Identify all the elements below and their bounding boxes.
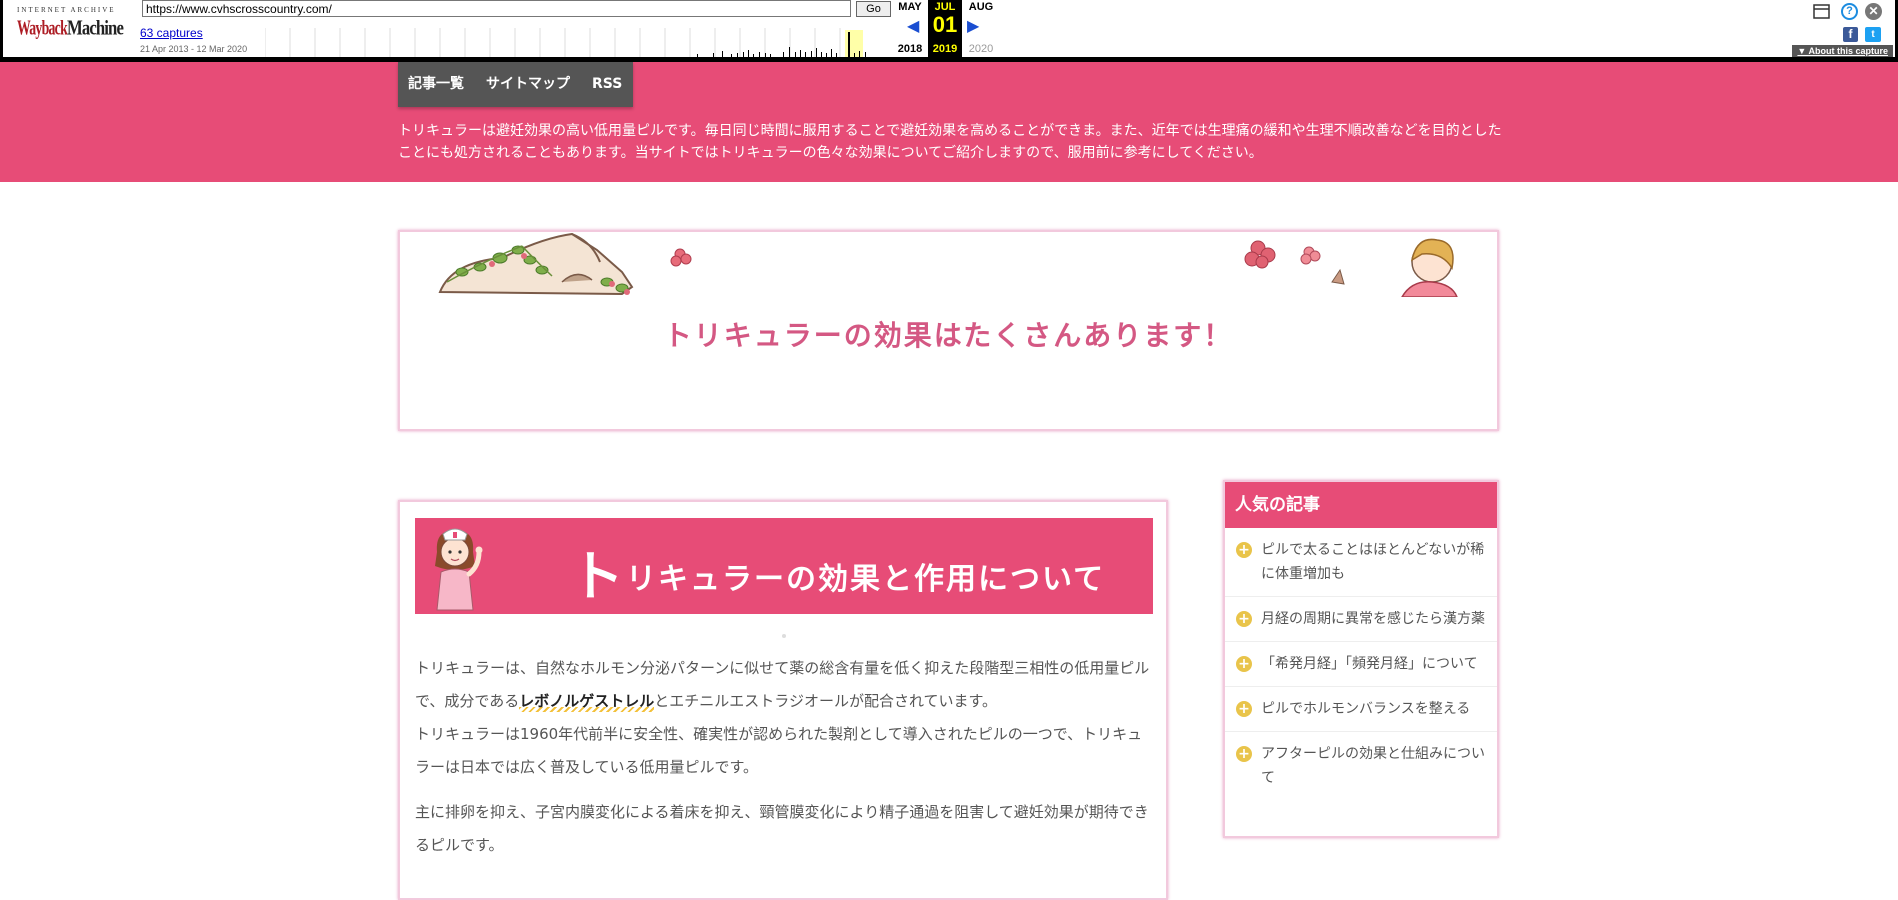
site-header: 記事一覧 サイトマップ RSS トリキュラーは避妊効果の高い低用量ピルです。毎日… [0,62,1898,182]
plus-circle-icon: + [1236,701,1252,717]
popular-article-label: ピルで太ることはほとんどないが稀に体重増加も [1261,542,1485,582]
nav-item-sitemap[interactable]: サイトマップ [475,62,581,107]
article-paragraph-3: 主に排卵を抑え、子宮内膜変化による着床を抑え、頸管膜変化により精子通過を阻害して… [415,803,1149,854]
popular-article-label: ピルでホルモンバランスを整える [1261,701,1471,717]
nav-item-articles[interactable]: 記事一覧 [398,62,475,107]
current-year: 2019 [932,43,958,55]
popular-article-item[interactable]: + ピルでホルモンバランスを整える [1225,687,1497,732]
calendar-next[interactable]: AUG 2020 [964,0,998,55]
prev-month: MAY [898,1,922,13]
wayback-logo-main: Wayback Machine [17,12,125,46]
prev-year: 2018 [897,43,923,55]
twitter-icon[interactable]: t [1865,27,1881,42]
article-title: トリキュラーの効果と作用について [570,532,1105,611]
captures-link[interactable]: 63 captures [140,26,203,40]
popular-article-label: 「希発月経」「頻発月経」について [1261,656,1478,672]
plus-circle-icon: + [1236,611,1252,627]
hero-title: トリキュラーの効果はたくさんあります！ [663,319,1234,352]
wayback-calendar: MAY 2018 ◀ JUL 01 2019 ▶ AUG 2020 [893,0,1003,58]
main-article: トリキュラーの効果と作用について トリキュラーは、自然なホルモン分泌パターンに似… [398,500,1168,900]
popular-article-label: アフターピルの効果と仕組みについて [1261,746,1485,786]
nav-item-rss[interactable]: RSS [581,62,633,107]
popular-article-item[interactable]: + アフターピルの効果と仕組みについて [1225,732,1497,800]
hero-banner: トリキュラーの効果はたくさんあります！ [398,230,1499,431]
hero-illustration [438,232,1458,297]
popular-article-item[interactable]: + 「希発月経」「頻発月経」について [1225,642,1497,687]
calendar-prev[interactable]: MAY 2018 [893,0,927,55]
p1-text-after: とエチニルエストラジオールが配合されています。 [654,692,998,710]
nurse-illustration [435,528,483,611]
article-paragraph-1: トリキュラーは、自然なホルモン分泌パターンに似せて薬の総含有量を低く抑えた段階型… [415,652,1155,718]
about-capture-label: About this capture [1808,46,1888,56]
widget-title: 人気の記事 [1225,482,1497,528]
wayback-toolbar: INTERNET ARCHIVE Wayback Machine Go 63 c… [0,0,1898,62]
capture-sparkline[interactable] [265,26,873,57]
popular-articles-list: + ピルで太ることはほとんどないが稀に体重増加も + 月経の周期に異常を感じたら漢方… [1225,528,1497,800]
svg-text:Machine: Machine [67,17,124,40]
prev-capture-arrow-icon[interactable]: ◀ [907,16,919,36]
article-body: トリキュラーは、自然なホルモン分泌パターンに似せて薬の総含有量を低く抑えた段階型… [415,652,1155,862]
wayback-go-button[interactable]: Go [856,1,891,17]
next-month: AUG [968,1,994,13]
plus-circle-icon: + [1236,542,1252,558]
facebook-icon[interactable]: f [1843,27,1858,42]
article-title-initial: ト [570,545,626,608]
calendar-current: JUL 01 2019 [928,0,962,58]
plus-circle-icon: + [1236,656,1252,672]
close-icon[interactable]: ✕ [1865,3,1882,20]
divider-dot [782,634,786,638]
popular-article-item[interactable]: + 月経の周期に異常を感じたら漢方薬 [1225,597,1497,642]
global-nav: 記事一覧 サイトマップ RSS [398,62,634,107]
popular-article-item[interactable]: + ピルで太ることはほとんどないが稀に体重増加も [1225,528,1497,597]
plus-circle-icon: + [1236,746,1252,762]
highlight-term: レボノルゲストレル [519,692,655,712]
wayback-url-input[interactable] [142,0,851,17]
article-paragraph-2: トリキュラーは1960年代前半に安全性、確実性が認められた製剤として導入されたピ… [415,725,1143,776]
popular-articles-widget: 人気の記事 + ピルで太ることはほとんどないが稀に体重増加も + 月経の周期に異常を… [1223,480,1499,838]
svg-text:Wayback: Wayback [17,17,68,40]
article-header: トリキュラーの効果と作用について [415,518,1153,614]
article-title-rest: リキュラーの効果と作用について [626,562,1106,597]
about-capture-button[interactable]: ▼ About this capture [1792,45,1893,57]
wayback-logo[interactable]: INTERNET ARCHIVE Wayback Machine [17,6,125,46]
help-icon[interactable]: ? [1841,3,1858,20]
popular-article-label: 月経の周期に異常を感じたら漢方薬 [1261,611,1485,627]
wayback-wordmark: Wayback Machine [17,17,125,40]
next-year: 2020 [968,43,994,55]
current-day: 01 [932,12,958,37]
site-description: トリキュラーは避妊効果の高い低用量ピルです。毎日同じ時間に服用することで避妊効果… [398,123,1502,161]
capture-date-range: 21 Apr 2013 - 12 Mar 2020 [140,44,248,54]
next-capture-arrow-icon[interactable]: ▶ [967,16,979,36]
window-icon[interactable] [1813,4,1830,19]
